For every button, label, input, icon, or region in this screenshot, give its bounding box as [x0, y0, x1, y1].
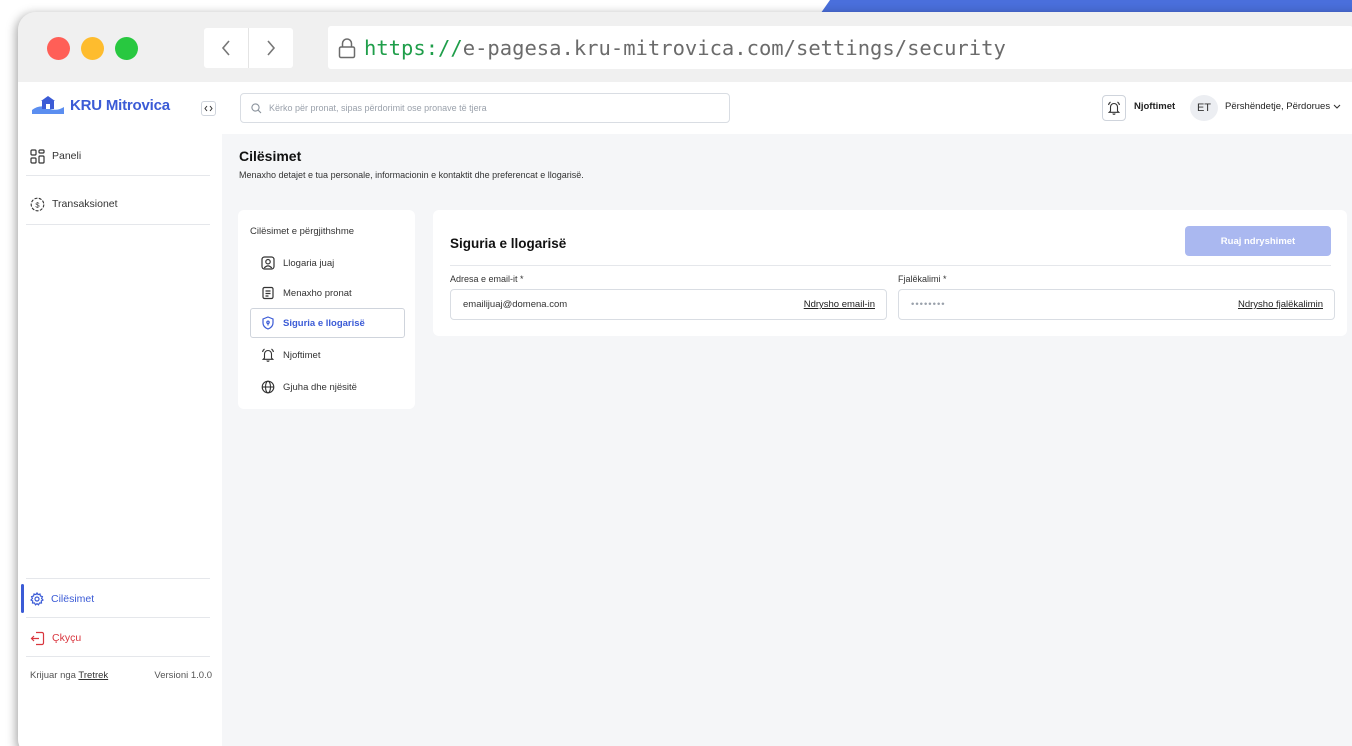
address-bar[interactable]: https://e-pagesa.kru-mitrovica.com/setti… [328, 26, 1352, 69]
divider [26, 656, 210, 657]
notifications-button[interactable] [1102, 95, 1126, 121]
password-label: Fjalëkalimi * [898, 274, 947, 284]
code-brackets-icon [204, 105, 213, 112]
sidebar-item-paneli[interactable]: Paneli [18, 137, 210, 175]
globe-icon [261, 380, 275, 394]
email-label: Adresa e email-it * [450, 274, 524, 284]
shield-icon [261, 316, 275, 330]
sidebar-item-label: Paneli [52, 150, 82, 162]
search-icon [251, 102, 262, 113]
change-password-link[interactable]: Ndrysho fjalëkalimin [1238, 299, 1323, 310]
search-placeholder: Kërko për pronat, sipas përdorimit ose p… [269, 103, 487, 113]
minimize-window-button[interactable] [81, 37, 104, 60]
subnav-item-properties[interactable]: Menaxho pronat [250, 278, 405, 308]
sidebar-item-transaksionet[interactable]: $ Transaksionet [18, 185, 210, 223]
avatar[interactable]: ET [1190, 95, 1218, 121]
subnav-item-notifications[interactable]: Njoftimet [250, 340, 405, 370]
svg-text:$: $ [35, 200, 40, 209]
user-greeting[interactable]: Përshëndetje, Përdorues [1225, 101, 1330, 112]
subnav-item-label: Njoftimet [283, 349, 321, 361]
credits-link[interactable]: Tretrek [78, 670, 108, 681]
bell-icon [1107, 101, 1121, 115]
url-path: e-pagesa.kru-mitrovica.com/settings/secu… [462, 35, 1006, 60]
page-subtitle: Menaxho detajet e tua personale, informa… [239, 170, 584, 180]
divider [450, 265, 1331, 266]
sidebar-collapse-button[interactable] [201, 101, 216, 116]
subnav-item-label: Gjuha dhe njësitë [283, 381, 357, 393]
history-nav [204, 28, 293, 68]
lock-icon [338, 37, 356, 58]
divider [26, 617, 210, 618]
password-value: •••••••• [911, 299, 946, 310]
password-field[interactable]: •••••••• Ndrysho fjalëkalimin [898, 289, 1335, 320]
subnav-item-language[interactable]: Gjuha dhe njësitë [250, 372, 405, 402]
dashboard-grid-icon [30, 148, 45, 164]
main-content: Cilësimet Menaxho detajet e tua personal… [222, 134, 1352, 746]
email-value: emailijuaj@domena.com [463, 299, 568, 310]
maximize-window-button[interactable] [115, 37, 138, 60]
subnav-item-account[interactable]: Llogaria juaj [250, 248, 405, 278]
url-scheme: https:// [364, 35, 463, 60]
sidebar-item-label: Transaksionet [52, 198, 118, 210]
subnav-item-label: Llogaria juaj [283, 257, 335, 269]
coin-icon: $ [30, 197, 45, 212]
notifications-label[interactable]: Njoftimet [1134, 101, 1175, 112]
browser-titlebar: https://e-pagesa.kru-mitrovica.com/setti… [18, 12, 1352, 82]
browser-window: https://e-pagesa.kru-mitrovica.com/setti… [18, 12, 1352, 746]
brand-name: KRU Mitrovica [70, 96, 170, 114]
building-logo-icon [32, 96, 64, 114]
brand-logo[interactable]: KRU Mitrovica [32, 96, 170, 114]
sidebar-item-label: Çkyçu [52, 632, 82, 644]
chevron-right-icon [267, 40, 276, 56]
logout-button[interactable]: Çkyçu [18, 619, 210, 657]
credits-prefix: Krijuar nga [30, 670, 76, 681]
bell-icon [261, 348, 275, 362]
url-text: https://e-pagesa.kru-mitrovica.com/setti… [364, 36, 1006, 60]
app: KRU Mitrovica Paneli $ Transaksionet Cil… [18, 82, 1352, 746]
chevron-down-icon[interactable] [1332, 99, 1342, 115]
close-window-button[interactable] [47, 37, 70, 60]
page-title: Cilësimet [239, 148, 302, 164]
subnav-item-security[interactable]: Siguria e llogarisë [250, 308, 405, 338]
divider [26, 578, 210, 579]
top-bar: Kërko për pronat, sipas përdorimit ose p… [222, 82, 1352, 134]
email-field[interactable]: emailijuaj@domena.com Ndrysho email-in [450, 289, 887, 320]
credits: Krijuar nga Tretrek [30, 670, 108, 681]
search-input[interactable]: Kërko për pronat, sipas përdorimit ose p… [240, 93, 730, 123]
forward-button[interactable] [248, 28, 293, 68]
settings-subnav: Cilësimet e përgjithshme Llogaria juaj M… [238, 210, 415, 409]
document-icon [261, 286, 275, 300]
subnav-item-label: Menaxho pronat [283, 287, 352, 299]
section-title: Siguria e llogarisë [450, 236, 567, 251]
back-button[interactable] [204, 28, 248, 68]
security-card: Siguria e llogarisë Ruaj ndryshimet Adre… [433, 210, 1347, 336]
change-email-link[interactable]: Ndrysho email-in [804, 299, 875, 310]
divider [26, 224, 210, 225]
sidebar-footer: Krijuar nga Tretrek Versioni 1.0.0 [30, 670, 212, 681]
save-changes-button[interactable]: Ruaj ndryshimet [1185, 226, 1331, 256]
version-label: Versioni 1.0.0 [154, 670, 212, 681]
sidebar-item-label: Cilësimet [51, 593, 95, 605]
subnav-heading: Cilësimet e përgjithshme [250, 226, 355, 237]
user-icon [261, 256, 275, 270]
sidebar-item-settings[interactable]: Cilësimet [18, 580, 210, 618]
logout-icon [30, 631, 45, 646]
chevron-left-icon [221, 40, 230, 56]
gear-icon [30, 592, 44, 606]
subnav-item-label: Siguria e llogarisë [283, 317, 365, 329]
sidebar: KRU Mitrovica Paneli $ Transaksionet Cil… [18, 82, 222, 685]
divider [26, 175, 210, 176]
